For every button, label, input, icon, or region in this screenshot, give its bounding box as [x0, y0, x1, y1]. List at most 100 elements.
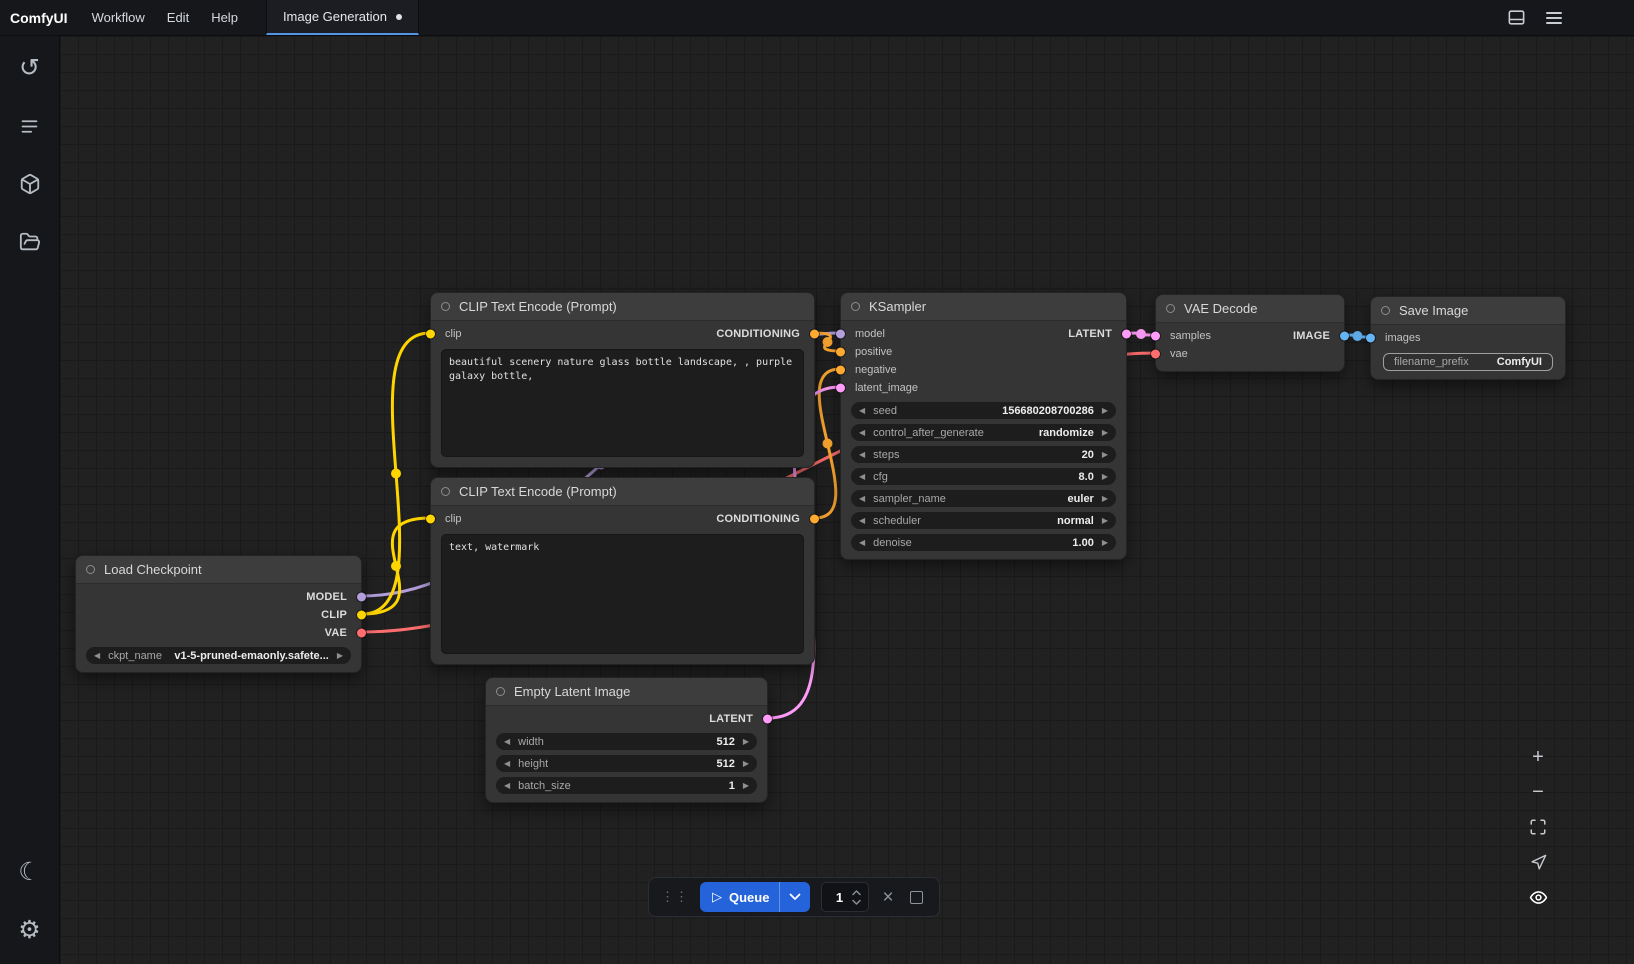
widget-denoise[interactable]: ◀ denoise 1.00 ▶ — [851, 534, 1116, 551]
input-port-positive[interactable] — [836, 348, 845, 357]
batch-count-stepper[interactable]: 1 — [821, 882, 869, 912]
menu-workflow[interactable]: Workflow — [82, 4, 155, 31]
widget-seed[interactable]: ◀ seed 156680208700286 ▶ — [851, 402, 1116, 419]
queue-options-chevron[interactable] — [779, 882, 810, 912]
output-port-latent[interactable] — [1122, 330, 1131, 339]
widget-ckpt-name[interactable]: ◀ ckpt_name v1-5-pruned-emaonly.safete..… — [86, 647, 351, 664]
node-header[interactable]: Save Image — [1371, 297, 1565, 325]
decrement-arrow-icon[interactable]: ◀ — [504, 782, 510, 790]
decrement-arrow-icon[interactable]: ◀ — [859, 451, 865, 459]
increment-arrow-icon[interactable]: ▶ — [1102, 451, 1108, 459]
workflows-button[interactable] — [8, 220, 52, 264]
toggle-bottom-panel-button[interactable] — [1502, 4, 1530, 32]
decrement-arrow-icon[interactable]: ◀ — [859, 517, 865, 525]
node-vae-decode[interactable]: VAE Decode samples IMAGE vae — [1155, 294, 1345, 372]
increment-arrow-icon[interactable]: ▶ — [1102, 517, 1108, 525]
decrement-arrow-icon[interactable]: ◀ — [504, 738, 510, 746]
increment-arrow-icon[interactable]: ▶ — [1102, 429, 1108, 437]
node-load-checkpoint[interactable]: Load Checkpoint MODEL CLIP VAE ◀ ckpt_na… — [75, 555, 362, 673]
select-mode-button[interactable] — [1522, 847, 1554, 877]
fit-view-button[interactable] — [1522, 812, 1554, 842]
zoom-out-button[interactable]: − — [1522, 777, 1554, 807]
input-port-samples[interactable] — [1151, 332, 1160, 341]
node-header[interactable]: KSampler — [841, 293, 1126, 321]
widget-control-after-generate[interactable]: ◀ control_after_generate randomize ▶ — [851, 424, 1116, 441]
stepper-up-icon[interactable] — [852, 890, 861, 896]
node-clip-text-encode-negative[interactable]: CLIP Text Encode (Prompt) clip CONDITION… — [430, 477, 815, 665]
collapse-dot[interactable] — [496, 687, 505, 696]
widget-batch-size[interactable]: ◀ batch_size 1 ▶ — [496, 777, 757, 794]
input-port-clip[interactable] — [426, 330, 435, 339]
node-header[interactable]: CLIP Text Encode (Prompt) — [431, 478, 814, 506]
widget-steps[interactable]: ◀ steps 20 ▶ — [851, 446, 1116, 463]
node-header[interactable]: Load Checkpoint — [76, 556, 361, 584]
app-logo[interactable]: ComfyUI — [0, 0, 82, 35]
decrement-arrow-icon[interactable]: ◀ — [859, 407, 865, 415]
increment-arrow-icon[interactable]: ▶ — [743, 760, 749, 768]
node-clip-text-encode-positive[interactable]: CLIP Text Encode (Prompt) clip CONDITION… — [430, 292, 815, 468]
history-button[interactable]: ↺ — [8, 46, 52, 90]
increment-arrow-icon[interactable]: ▶ — [743, 782, 749, 790]
queue-list-button[interactable] — [8, 104, 52, 148]
widget-sampler-name[interactable]: ◀ sampler_name euler ▶ — [851, 490, 1116, 507]
collapse-dot[interactable] — [851, 302, 860, 311]
collapse-dot[interactable] — [441, 302, 450, 311]
queue-button[interactable]: ▷ Queue — [700, 882, 810, 912]
tab-image-generation[interactable]: Image Generation — [266, 0, 419, 35]
increment-arrow-icon[interactable]: ▶ — [743, 738, 749, 746]
input-port-latent-image[interactable] — [836, 384, 845, 393]
input-port-vae[interactable] — [1151, 350, 1160, 359]
collapse-dot[interactable] — [1166, 304, 1175, 313]
widget-height[interactable]: ◀ height 512 ▶ — [496, 755, 757, 772]
decrement-arrow-icon[interactable]: ◀ — [859, 539, 865, 547]
collapse-dot[interactable] — [86, 565, 95, 574]
output-port-model[interactable] — [357, 593, 366, 602]
increment-arrow-icon[interactable]: ▶ — [1102, 539, 1108, 547]
zoom-in-button[interactable]: + — [1522, 742, 1554, 772]
output-port-image[interactable] — [1340, 332, 1349, 341]
drag-handle-icon[interactable]: ⋮⋮ — [661, 889, 689, 905]
increment-arrow-icon[interactable]: ▶ — [337, 652, 343, 660]
menu-help[interactable]: Help — [201, 4, 248, 31]
stepper-down-icon[interactable] — [852, 899, 861, 905]
prompt-textarea[interactable]: beautiful scenery nature glass bottle la… — [441, 349, 804, 457]
output-port-clip[interactable] — [357, 611, 366, 620]
decrement-arrow-icon[interactable]: ◀ — [859, 495, 865, 503]
output-port-latent[interactable] — [763, 715, 772, 724]
settings-button[interactable]: ⚙ — [8, 908, 52, 952]
input-port-images[interactable] — [1366, 334, 1375, 343]
output-port-conditioning[interactable] — [810, 515, 819, 524]
widget-scheduler[interactable]: ◀ scheduler normal ▶ — [851, 512, 1116, 529]
output-port-vae[interactable] — [357, 629, 366, 638]
toggle-link-visibility-button[interactable] — [1522, 882, 1554, 912]
node-empty-latent-image[interactable]: Empty Latent Image LATENT ◀ width 512 ▶ … — [485, 677, 768, 803]
theme-toggle-button[interactable]: ☾ — [8, 850, 52, 894]
input-port-model[interactable] — [836, 330, 845, 339]
widget-width[interactable]: ◀ width 512 ▶ — [496, 733, 757, 750]
increment-arrow-icon[interactable]: ▶ — [1102, 407, 1108, 415]
increment-arrow-icon[interactable]: ▶ — [1102, 495, 1108, 503]
prompt-textarea[interactable]: text, watermark — [441, 534, 804, 654]
collapse-dot[interactable] — [441, 487, 450, 496]
main-menu-button[interactable] — [1540, 4, 1568, 32]
menu-edit[interactable]: Edit — [157, 4, 199, 31]
decrement-arrow-icon[interactable]: ◀ — [94, 652, 100, 660]
input-port-clip[interactable] — [426, 515, 435, 524]
node-header[interactable]: VAE Decode — [1156, 295, 1344, 323]
decrement-arrow-icon[interactable]: ◀ — [504, 760, 510, 768]
collapse-dot[interactable] — [1381, 306, 1390, 315]
node-header[interactable]: CLIP Text Encode (Prompt) — [431, 293, 814, 321]
widget-cfg[interactable]: ◀ cfg 8.0 ▶ — [851, 468, 1116, 485]
input-port-negative[interactable] — [836, 366, 845, 375]
widget-filename-prefix[interactable]: filename_prefix ComfyUI — [1383, 353, 1553, 371]
node-save-image[interactable]: Save Image images filename_prefix ComfyU… — [1370, 296, 1566, 380]
output-port-conditioning[interactable] — [810, 330, 819, 339]
increment-arrow-icon[interactable]: ▶ — [1102, 473, 1108, 481]
decrement-arrow-icon[interactable]: ◀ — [859, 429, 865, 437]
node-header[interactable]: Empty Latent Image — [486, 678, 767, 706]
cancel-button[interactable]: × — [880, 888, 895, 907]
node-ksampler[interactable]: KSampler model LATENT positive negative … — [840, 292, 1127, 560]
stop-button[interactable] — [907, 887, 927, 907]
node-library-button[interactable] — [8, 162, 52, 206]
decrement-arrow-icon[interactable]: ◀ — [859, 473, 865, 481]
